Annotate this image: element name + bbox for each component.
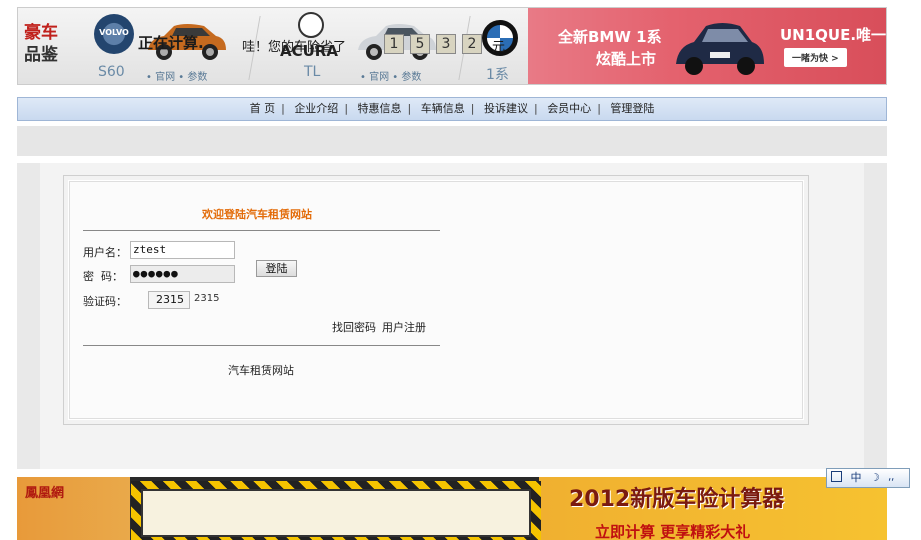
saving-unit: 元	[492, 40, 506, 55]
captcha-code: 2315	[194, 293, 220, 304]
password-label: 密 码：	[83, 270, 123, 283]
saving-digit: 3	[436, 34, 456, 54]
nav-vehicles[interactable]: 车辆信息	[417, 102, 469, 115]
acura-model: TL	[304, 64, 321, 80]
bmw-ad-slogan: UN1QUE.唯一	[780, 26, 887, 44]
banner-tag-line1: 豪车	[24, 23, 58, 43]
nav-company[interactable]: 企业介绍	[290, 102, 342, 115]
bottom-divider	[83, 345, 440, 346]
gray-band	[17, 126, 887, 156]
bmw-ad[interactable]: 全新BMW 1系 炫酷上市 UN1QUE.唯一 一睹为快 >	[528, 8, 887, 84]
welcome-title: 欢迎登陆汽车租赁网站	[202, 208, 312, 221]
ime-halfwidth-icon[interactable]: ☽	[870, 471, 880, 484]
login-button[interactable]: 登陆	[256, 260, 297, 277]
nav-divider: |	[407, 102, 412, 115]
nav-divider: |	[597, 102, 601, 115]
ime-punctuation-icon[interactable]: ⸴⸴	[888, 471, 894, 484]
page: 豪车 品鉴 VOLVO S60 • 官网 • 参数 ACURA TL • 官网 …	[0, 0, 921, 540]
volvo-model: S60	[98, 64, 125, 80]
captcha-label: 验证码：	[83, 295, 127, 308]
register-link[interactable]: 用户注册	[382, 319, 426, 335]
bmw-ad-button[interactable]: 一睹为快 >	[784, 48, 847, 67]
ad-title: 2012新版车险计算器	[569, 487, 785, 512]
nav-offers[interactable]: 特惠信息	[354, 102, 406, 115]
ime-chinese-toggle[interactable]: 中	[851, 471, 862, 484]
site-footer-text: 汽车租赁网站	[228, 364, 294, 377]
nav-home[interactable]: 首 页	[246, 102, 280, 115]
ifeng-logo: 鳳凰網	[25, 486, 65, 501]
saving-text: 哇！您的车险省了	[242, 40, 347, 55]
volvo-brand: VOLVO	[99, 28, 129, 37]
volvo-links[interactable]: • 官网 • 参数	[146, 68, 207, 83]
bottom-ad[interactable]: 鳳凰網 2012新版车险计算器 立即计算 更享精彩大礼	[17, 477, 887, 540]
banner-tag: 豪车 品鉴	[24, 22, 64, 66]
nav-divider: |	[344, 102, 349, 115]
top-divider	[83, 230, 440, 231]
saving-digit: 1	[384, 34, 404, 54]
main-nav: 首 页 | 企业介绍 | 特惠信息 | 车辆信息 | 投诉建议 | 会员中心 | 管理登陆	[17, 97, 887, 121]
ime-toolbar[interactable]: 中 ☽ ⸴⸴	[826, 468, 910, 488]
password-input[interactable]: ●●●●●●	[130, 265, 235, 283]
calc-box	[141, 489, 531, 537]
nav-divider: |	[281, 102, 285, 115]
saving-digit: 2	[462, 34, 482, 54]
nav-divider: |	[470, 102, 475, 115]
bmw-ad-line2: 炫酷上市	[596, 50, 657, 68]
bmw-model: 1系	[486, 67, 509, 83]
username-input[interactable]: ztest	[130, 241, 235, 259]
acura-links[interactable]: • 官网 • 参数	[360, 68, 421, 83]
forgot-password-link[interactable]: 找回密码	[332, 319, 376, 335]
ad-subtitle: 立即计算 更享精彩大礼	[595, 523, 751, 540]
nav-divider: |	[533, 102, 538, 115]
nav-complaints[interactable]: 投诉建议	[480, 102, 532, 115]
nav-admin-login[interactable]: 管理登陆	[606, 102, 658, 115]
username-label: 用户名：	[83, 246, 127, 259]
nav-members[interactable]: 会员中心	[543, 102, 595, 115]
bmw-car-icon	[676, 23, 764, 75]
ime-mode-icon[interactable]	[831, 471, 842, 482]
banner-tag-line2: 品鉴	[24, 45, 58, 65]
bmw-ad-line1: 全新BMW 1系	[558, 28, 662, 46]
captcha-input[interactable]: 2315	[148, 291, 190, 309]
acura-logo-icon	[298, 12, 324, 38]
saving-digit: 5	[410, 34, 430, 54]
calc-status: 正在计算.	[138, 34, 204, 52]
